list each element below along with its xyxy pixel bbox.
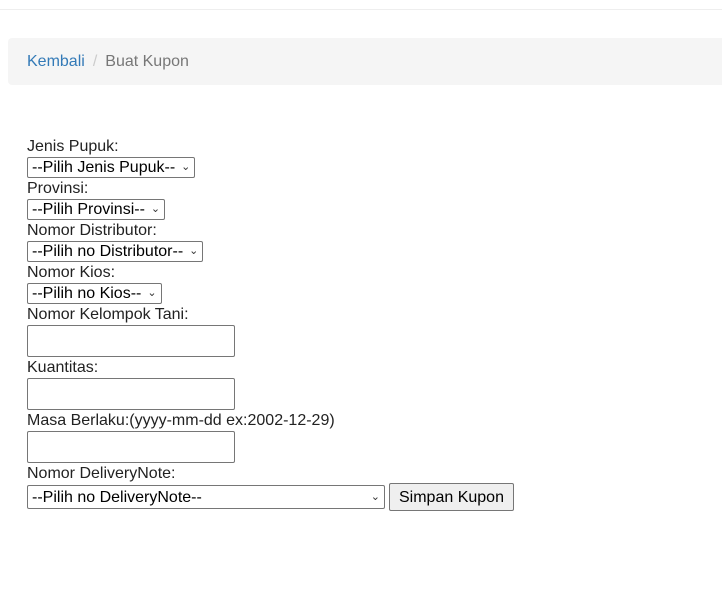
kuantitas-label: Kuantitas: [27,359,99,376]
delivery-note-label: Nomor DeliveryNote: [27,465,176,482]
create-coupon-form: Jenis Pupuk: --Pilih Jenis Pupuk-- ⌄ Pro… [27,138,514,511]
kelompok-tani-label: Nomor Kelompok Tani: [27,306,189,323]
kios-select-value: --Pilih no Kios-- [32,285,142,302]
kuantitas-input[interactable] [27,378,235,410]
header-divider [0,9,722,10]
distributor-select[interactable]: --Pilih no Distributor-- ⌄ [27,241,204,262]
chevron-down-icon: ⌄ [370,490,380,503]
jenis-pupuk-select[interactable]: --Pilih Jenis Pupuk-- ⌄ [27,157,196,178]
masa-berlaku-input[interactable] [27,431,235,463]
delivery-note-row: --Pilih no DeliveryNote-- ⌄ Simpan Kupon [27,483,514,511]
delivery-note-select[interactable]: --Pilih no DeliveryNote-- ⌄ [27,485,385,509]
delivery-note-select-value: --Pilih no DeliveryNote-- [32,488,202,506]
breadcrumb-separator: / [92,52,98,70]
save-coupon-button[interactable]: Simpan Kupon [389,483,514,511]
kios-label: Nomor Kios: [27,264,116,281]
chevron-down-icon: ⌄ [150,203,161,215]
breadcrumb-current: Buat Kupon [105,52,189,70]
kelompok-tani-input[interactable] [27,325,235,357]
provinsi-select-value: --Pilih Provinsi-- [32,201,145,218]
jenis-pupuk-label: Jenis Pupuk: [27,138,119,155]
masa-berlaku-label: Masa Berlaku:(yyyy-mm-dd ex:2002-12-29) [27,412,335,429]
kios-select[interactable]: --Pilih no Kios-- ⌄ [27,283,162,304]
provinsi-select[interactable]: --Pilih Provinsi-- ⌄ [27,199,166,220]
jenis-pupuk-select-value: --Pilih Jenis Pupuk-- [32,159,176,176]
distributor-select-value: --Pilih no Distributor-- [32,243,184,260]
breadcrumb: Kembali / Buat Kupon [8,38,722,85]
back-link[interactable]: Kembali [27,53,85,71]
chevron-down-icon: ⌄ [189,245,199,257]
provinsi-label: Provinsi: [27,180,89,197]
chevron-down-icon: ⌄ [147,287,157,299]
chevron-down-icon: ⌄ [181,161,191,173]
distributor-label: Nomor Distributor: [27,222,157,239]
